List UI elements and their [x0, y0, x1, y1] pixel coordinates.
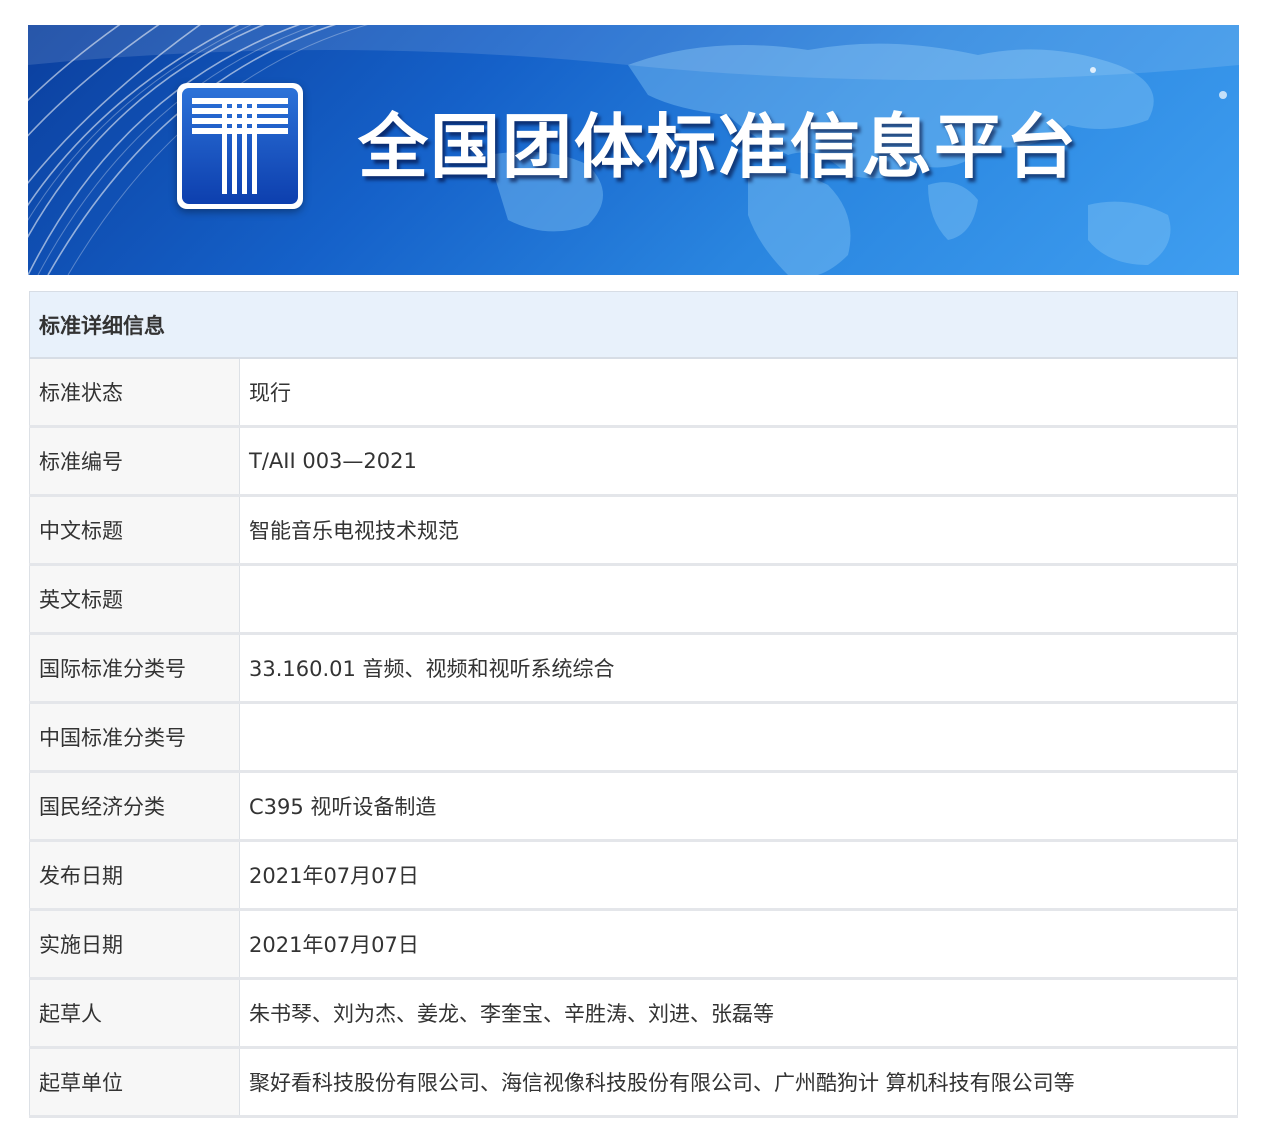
table-row: 国民经济分类 C395 视听设备制造	[29, 771, 1238, 842]
table-row: 起草单位 聚好看科技股份有限公司、海信视像科技股份有限公司、广州酷狗计 算机科技…	[29, 1047, 1238, 1118]
row-label: 国民经济分类	[29, 771, 240, 842]
table-row: 起草人 朱书琴、刘为杰、姜龙、李奎宝、辛胜涛、刘进、张磊等	[29, 978, 1238, 1049]
row-value	[239, 564, 1238, 635]
row-label: 发布日期	[29, 840, 240, 911]
row-label: 标准编号	[29, 426, 240, 497]
row-label: 起草人	[29, 978, 240, 1049]
row-label: 实施日期	[29, 909, 240, 980]
table-row: 标准状态 现行	[29, 357, 1238, 428]
standard-details-table: 标准详细信息 标准状态 现行 标准编号 T/AII 003—2021 中文标题 …	[29, 291, 1238, 1118]
row-value: 聚好看科技股份有限公司、海信视像科技股份有限公司、广州酷狗计 算机科技有限公司等	[239, 1047, 1238, 1118]
row-label: 中文标题	[29, 495, 240, 566]
table-row: 国际标准分类号 33.160.01 音频、视频和视听系统综合	[29, 633, 1238, 704]
logo-mark-icon	[192, 98, 288, 194]
page: 全国团体标准信息平台 标准详细信息 标准状态 现行 标准编号 T/AII 003…	[0, 0, 1267, 1148]
table-row: 英文标题	[29, 564, 1238, 635]
row-value: 朱书琴、刘为杰、姜龙、李奎宝、辛胜涛、刘进、张磊等	[239, 978, 1238, 1049]
table-row: 中国标准分类号	[29, 702, 1238, 773]
row-value: C395 视听设备制造	[239, 771, 1238, 842]
row-value: 现行	[239, 357, 1238, 428]
details-heading: 标准详细信息	[29, 291, 1238, 359]
row-value	[239, 702, 1238, 773]
row-label: 英文标题	[29, 564, 240, 635]
site-banner: 全国团体标准信息平台	[28, 25, 1239, 275]
details-header-row: 标准详细信息	[29, 291, 1238, 359]
row-label: 国际标准分类号	[29, 633, 240, 704]
table-row: 实施日期 2021年07月07日	[29, 909, 1238, 980]
row-label: 标准状态	[29, 357, 240, 428]
row-value: 33.160.01 音频、视频和视听系统综合	[239, 633, 1238, 704]
row-value: 2021年07月07日	[239, 840, 1238, 911]
row-value: T/AII 003—2021	[239, 426, 1238, 497]
table-row: 标准编号 T/AII 003—2021	[29, 426, 1238, 497]
standards-t-logo-icon	[177, 83, 303, 209]
row-label: 中国标准分类号	[29, 702, 240, 773]
site-title: 全国团体标准信息平台	[358, 106, 1078, 188]
row-label: 起草单位	[29, 1047, 240, 1118]
row-value: 智能音乐电视技术规范	[239, 495, 1238, 566]
table-row: 中文标题 智能音乐电视技术规范	[29, 495, 1238, 566]
row-value: 2021年07月07日	[239, 909, 1238, 980]
table-row: 发布日期 2021年07月07日	[29, 840, 1238, 911]
